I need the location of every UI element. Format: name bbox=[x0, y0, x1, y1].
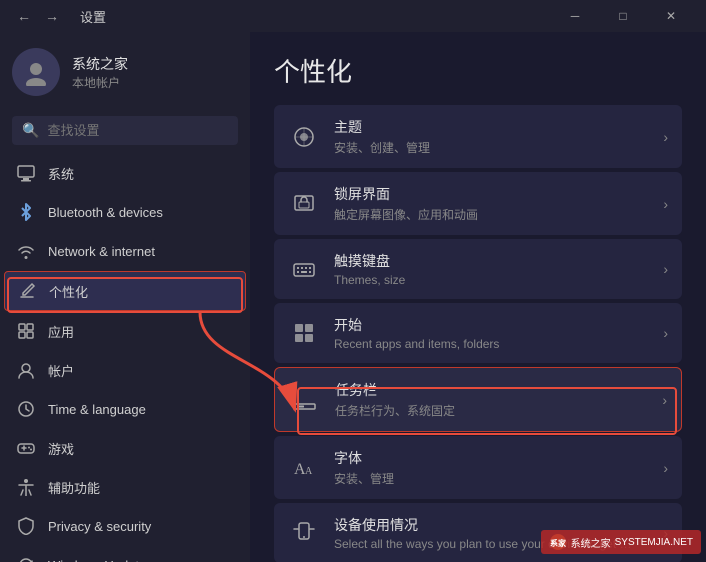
sidebar-item-apps[interactable]: 应用 bbox=[4, 312, 246, 350]
sidebar-item-network[interactable]: Network & internet bbox=[4, 232, 246, 270]
sidebar: 系统之家 本地帐户 🔍 bbox=[0, 32, 250, 562]
sidebar-label-apps: 应用 bbox=[48, 322, 74, 341]
sidebar-label-accessibility: 辅助功能 bbox=[48, 478, 100, 497]
nav-controls: ← → bbox=[12, 4, 64, 28]
device-usage-icon bbox=[288, 517, 320, 549]
gaming-icon bbox=[16, 438, 36, 458]
sidebar-label-time: Time & language bbox=[48, 402, 146, 417]
watermark-text: 系统之家 bbox=[571, 535, 611, 550]
search-input[interactable] bbox=[47, 123, 228, 138]
taskbar-title: 任务栏 bbox=[335, 380, 648, 400]
setting-theme[interactable]: 主题 安装、创建、管理 › bbox=[274, 105, 682, 168]
touchkeyboard-text: 触摸键盘 Themes, size bbox=[334, 251, 649, 287]
watermark-url: SYSTEMJIA.NET bbox=[615, 537, 693, 548]
sidebar-label-personalization: 个性化 bbox=[49, 282, 88, 301]
lockscreen-icon bbox=[288, 188, 320, 220]
svg-text:系家: 系家 bbox=[550, 538, 567, 548]
network-icon bbox=[16, 241, 36, 261]
system-icon bbox=[16, 163, 36, 183]
taskbar-icon bbox=[289, 384, 321, 416]
sidebar-item-personalization[interactable]: 个性化 bbox=[4, 271, 246, 311]
theme-title: 主题 bbox=[334, 117, 649, 137]
sidebar-label-accounts: 帐户 bbox=[48, 361, 74, 380]
windows-update-icon bbox=[16, 555, 36, 562]
bluetooth-icon bbox=[16, 202, 36, 222]
lockscreen-title: 锁屏界面 bbox=[334, 184, 649, 204]
search-icon: 🔍 bbox=[22, 122, 39, 139]
start-text: 开始 Recent apps and items, folders bbox=[334, 315, 649, 351]
start-chevron: › bbox=[663, 325, 668, 341]
keyboard-icon bbox=[288, 253, 320, 285]
sidebar-item-accessibility[interactable]: 辅助功能 bbox=[4, 468, 246, 506]
font-icon: A A bbox=[288, 452, 320, 484]
sidebar-item-time[interactable]: Time & language bbox=[4, 390, 246, 428]
title-bar-left: ← → 设置 bbox=[12, 4, 106, 28]
watermark: 系家 系统之家 SYSTEMJIA.NET bbox=[541, 530, 701, 554]
taskbar-text: 任务栏 任务栏行为、系统固定 bbox=[335, 380, 648, 419]
back-button[interactable]: ← bbox=[12, 4, 36, 28]
taskbar-desc: 任务栏行为、系统固定 bbox=[335, 402, 648, 419]
sidebar-label-gaming: 游戏 bbox=[48, 439, 74, 458]
privacy-icon bbox=[16, 516, 36, 536]
setting-font[interactable]: A A 字体 安装、管理 › bbox=[274, 436, 682, 499]
theme-chevron: › bbox=[663, 129, 668, 145]
theme-desc: 安装、创建、管理 bbox=[334, 139, 649, 156]
search-box[interactable]: 🔍 bbox=[12, 116, 238, 145]
user-name: 系统之家 bbox=[72, 54, 128, 74]
setting-taskbar[interactable]: 任务栏 任务栏行为、系统固定 › bbox=[274, 367, 682, 432]
minimize-button[interactable]: ─ bbox=[552, 0, 598, 32]
sidebar-label-windows-update: Windows Update bbox=[48, 558, 146, 562]
sidebar-item-gaming[interactable]: 游戏 bbox=[4, 429, 246, 467]
touchkeyboard-title: 触摸键盘 bbox=[334, 251, 649, 271]
lockscreen-desc: 触定屏幕图像、应用和动画 bbox=[334, 206, 649, 223]
font-desc: 安装、管理 bbox=[334, 470, 649, 487]
maximize-button[interactable]: □ bbox=[600, 0, 646, 32]
close-button[interactable]: ✕ bbox=[648, 0, 694, 32]
page-title: 个性化 bbox=[274, 52, 682, 89]
lockscreen-text: 锁屏界面 触定屏幕图像、应用和动画 bbox=[334, 184, 649, 223]
lockscreen-chevron: › bbox=[663, 196, 668, 212]
setting-lockscreen[interactable]: 锁屏界面 触定屏幕图像、应用和动画 › bbox=[274, 172, 682, 235]
user-profile[interactable]: 系统之家 本地帐户 bbox=[0, 32, 250, 112]
title-bar: ← → 设置 ─ □ ✕ bbox=[0, 0, 706, 32]
forward-button[interactable]: → bbox=[40, 4, 64, 28]
font-chevron: › bbox=[663, 460, 668, 476]
sidebar-item-windows-update[interactable]: Windows Update bbox=[4, 546, 246, 562]
setting-start[interactable]: 开始 Recent apps and items, folders › bbox=[274, 303, 682, 363]
main-content: 系统之家 本地帐户 🔍 bbox=[0, 32, 706, 562]
sidebar-item-bluetooth[interactable]: Bluetooth & devices bbox=[4, 193, 246, 231]
svg-text:A: A bbox=[305, 466, 313, 477]
window-title: 设置 bbox=[80, 7, 106, 26]
setting-touchkeyboard[interactable]: 触摸键盘 Themes, size › bbox=[274, 239, 682, 299]
theme-icon bbox=[288, 121, 320, 153]
sidebar-item-privacy[interactable]: Privacy & security bbox=[4, 507, 246, 545]
sidebar-label-system: 系统 bbox=[48, 164, 74, 183]
touchkeyboard-chevron: › bbox=[663, 261, 668, 277]
window-controls: ─ □ ✕ bbox=[552, 0, 694, 32]
accounts-icon bbox=[16, 360, 36, 380]
nav-list: 系统 Bluetooth & devices bbox=[0, 153, 250, 562]
sidebar-label-privacy: Privacy & security bbox=[48, 519, 151, 534]
taskbar-chevron: › bbox=[662, 392, 667, 408]
apps-icon bbox=[16, 321, 36, 341]
watermark-logo: 系家 bbox=[549, 533, 567, 551]
user-account-type: 本地帐户 bbox=[72, 74, 128, 91]
font-text: 字体 安装、管理 bbox=[334, 448, 649, 487]
sidebar-item-system[interactable]: 系统 bbox=[4, 154, 246, 192]
accessibility-icon bbox=[16, 477, 36, 497]
theme-text: 主题 安装、创建、管理 bbox=[334, 117, 649, 156]
start-icon bbox=[288, 317, 320, 349]
sidebar-item-accounts[interactable]: 帐户 bbox=[4, 351, 246, 389]
sidebar-label-bluetooth: Bluetooth & devices bbox=[48, 205, 163, 220]
avatar bbox=[12, 48, 60, 96]
time-icon bbox=[16, 399, 36, 419]
right-panel: 个性化 主题 安装、创建、管理 › bbox=[250, 32, 706, 562]
start-title: 开始 bbox=[334, 315, 649, 335]
font-title: 字体 bbox=[334, 448, 649, 468]
start-desc: Recent apps and items, folders bbox=[334, 337, 649, 351]
personalization-icon bbox=[17, 281, 37, 301]
touchkeyboard-desc: Themes, size bbox=[334, 273, 649, 287]
user-info: 系统之家 本地帐户 bbox=[72, 54, 128, 91]
sidebar-label-network: Network & internet bbox=[48, 244, 155, 259]
